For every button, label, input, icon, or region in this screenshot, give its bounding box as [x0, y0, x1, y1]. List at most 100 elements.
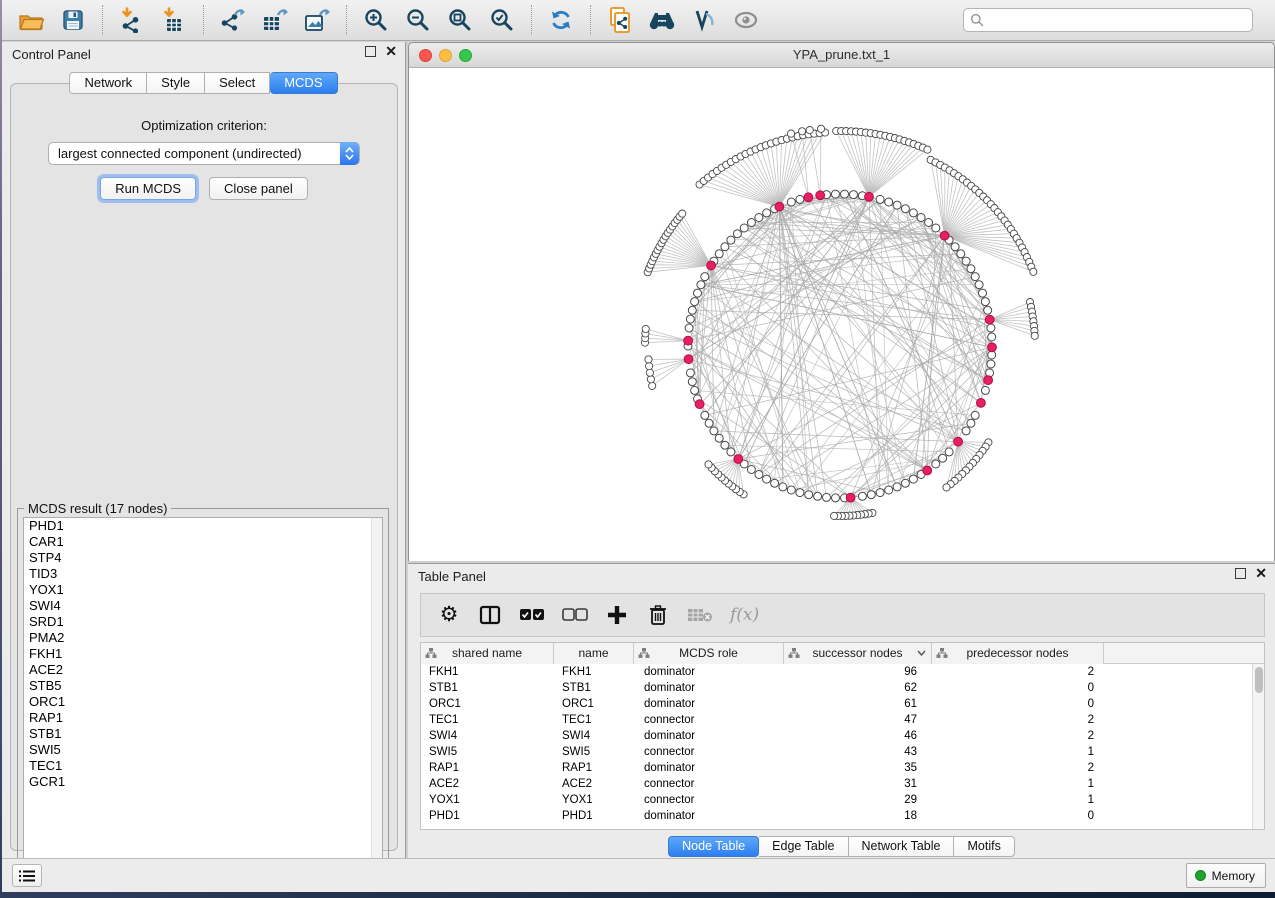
mcds-node[interactable] [984, 376, 993, 385]
network-node[interactable] [691, 298, 699, 306]
mcds-result-item[interactable]: FKH1 [24, 646, 382, 662]
cell-predecessor_nodes[interactable]: 0 [932, 680, 1104, 696]
network-node[interactable] [817, 125, 824, 132]
network-node[interactable] [686, 315, 694, 323]
network-node[interactable] [705, 461, 712, 468]
cell-mcds_role[interactable]: dominator [634, 808, 784, 824]
table-row[interactable]: PHD1PHD1dominator180 [421, 808, 1252, 824]
column-header-shared-name[interactable]: shared name [421, 643, 554, 664]
mcds-result-item[interactable]: PHD1 [24, 518, 382, 534]
network-node[interactable] [740, 224, 748, 232]
network-node[interactable] [832, 494, 840, 502]
mcds-result-item[interactable]: ACE2 [24, 662, 382, 678]
show-graphics-details-icon[interactable] [729, 4, 763, 36]
network-node[interactable] [686, 369, 694, 377]
network-node[interactable] [987, 360, 995, 368]
network-node[interactable] [823, 493, 831, 501]
network-node[interactable] [987, 324, 995, 332]
cell-name[interactable]: SWI5 [554, 744, 634, 760]
network-node[interactable] [858, 492, 866, 500]
network-node[interactable] [909, 209, 917, 217]
network-node[interactable] [971, 411, 979, 419]
network-node[interactable] [755, 214, 763, 222]
network-node[interactable] [909, 475, 917, 483]
cell-name[interactable]: TEC1 [554, 712, 634, 728]
network-node[interactable] [727, 448, 735, 456]
network-node[interactable] [771, 479, 779, 487]
tab-edge-table[interactable]: Edge Table [759, 836, 848, 857]
cell-predecessor_nodes[interactable]: 0 [932, 808, 1104, 824]
cell-successor_nodes[interactable]: 47 [784, 712, 932, 728]
table-row[interactable]: RAP1RAP1dominator352 [421, 760, 1252, 776]
cell-shared_name[interactable]: YOX1 [421, 792, 554, 808]
network-node[interactable] [957, 250, 965, 258]
mcds-node[interactable] [846, 493, 855, 502]
network-node[interactable] [988, 351, 996, 359]
cell-name[interactable]: ACE2 [554, 776, 634, 792]
network-node[interactable] [971, 273, 979, 281]
table-mode-gear-icon[interactable]: ⚙ [437, 600, 461, 630]
cell-mcds_role[interactable]: connector [634, 744, 784, 760]
cell-successor_nodes[interactable]: 29 [784, 792, 932, 808]
clone-network-icon[interactable] [603, 4, 637, 36]
mcds-node[interactable] [707, 261, 716, 270]
network-node[interactable] [932, 224, 940, 232]
mcds-result-item[interactable]: TID3 [24, 566, 382, 582]
network-node[interactable] [646, 363, 653, 370]
cell-shared_name[interactable]: SWI4 [421, 728, 554, 744]
zoom-in-icon[interactable] [359, 4, 393, 36]
network-node[interactable] [893, 483, 901, 491]
mcds-node[interactable] [695, 400, 704, 409]
select-all-checkboxes-icon[interactable] [519, 600, 545, 630]
optimization-criterion-select[interactable]: largest connected component (undirected) [48, 142, 360, 165]
network-node[interactable] [932, 460, 940, 468]
mcds-result-item[interactable]: SWI4 [24, 598, 382, 614]
cell-successor_nodes[interactable]: 18 [784, 808, 932, 824]
table-row[interactable]: SWI5SWI5connector431 [421, 744, 1252, 760]
network-node[interactable] [755, 471, 763, 479]
network-node[interactable] [705, 419, 713, 427]
network-node[interactable] [893, 201, 901, 209]
tab-style[interactable]: Style [147, 72, 205, 94]
network-node[interactable] [975, 281, 983, 289]
cell-name[interactable]: STB1 [554, 680, 634, 696]
zoom-fit-icon[interactable] [443, 4, 477, 36]
network-node[interactable] [943, 484, 950, 491]
network-node[interactable] [649, 382, 656, 389]
network-node[interactable] [691, 386, 699, 394]
network-node[interactable] [876, 489, 884, 497]
export-network-icon[interactable] [216, 4, 250, 36]
cell-name[interactable]: SWI4 [554, 728, 634, 744]
network-node[interactable] [885, 198, 893, 206]
table-vertical-scrollbar[interactable] [1252, 664, 1264, 829]
run-mcds-button[interactable]: Run MCDS [100, 177, 196, 200]
network-node[interactable] [1030, 268, 1037, 275]
network-node[interactable] [694, 289, 702, 297]
mcds-node[interactable] [734, 455, 743, 464]
network-node[interactable] [763, 475, 771, 483]
cell-shared_name[interactable]: FKH1 [421, 664, 554, 680]
table-row[interactable]: SWI4SWI4dominator462 [421, 728, 1252, 744]
network-node[interactable] [787, 198, 795, 206]
cell-mcds_role[interactable]: dominator [634, 696, 784, 712]
cell-predecessor_nodes[interactable]: 2 [932, 760, 1104, 776]
open-session-icon[interactable] [14, 4, 48, 36]
network-node[interactable] [688, 306, 696, 314]
mcds-node[interactable] [940, 231, 949, 240]
cell-predecessor_nodes[interactable]: 2 [932, 664, 1104, 680]
zoom-selected-icon[interactable] [485, 4, 519, 36]
network-node[interactable] [799, 128, 806, 135]
network-node[interactable] [701, 411, 709, 419]
cell-shared_name[interactable]: RAP1 [421, 760, 554, 776]
cell-predecessor_nodes[interactable]: 1 [932, 744, 1104, 760]
network-node[interactable] [733, 230, 741, 238]
network-node[interactable] [806, 127, 813, 134]
mcds-node[interactable] [954, 437, 963, 446]
mcds-result-item[interactable]: RAP1 [24, 710, 382, 726]
cell-shared_name[interactable]: PHD1 [421, 808, 554, 824]
cell-successor_nodes[interactable]: 96 [784, 664, 932, 680]
deselect-all-checkboxes-icon[interactable] [562, 600, 588, 630]
cell-predecessor_nodes[interactable]: 1 [932, 776, 1104, 792]
export-image-icon[interactable] [300, 4, 334, 36]
cell-mcds_role[interactable]: dominator [634, 664, 784, 680]
